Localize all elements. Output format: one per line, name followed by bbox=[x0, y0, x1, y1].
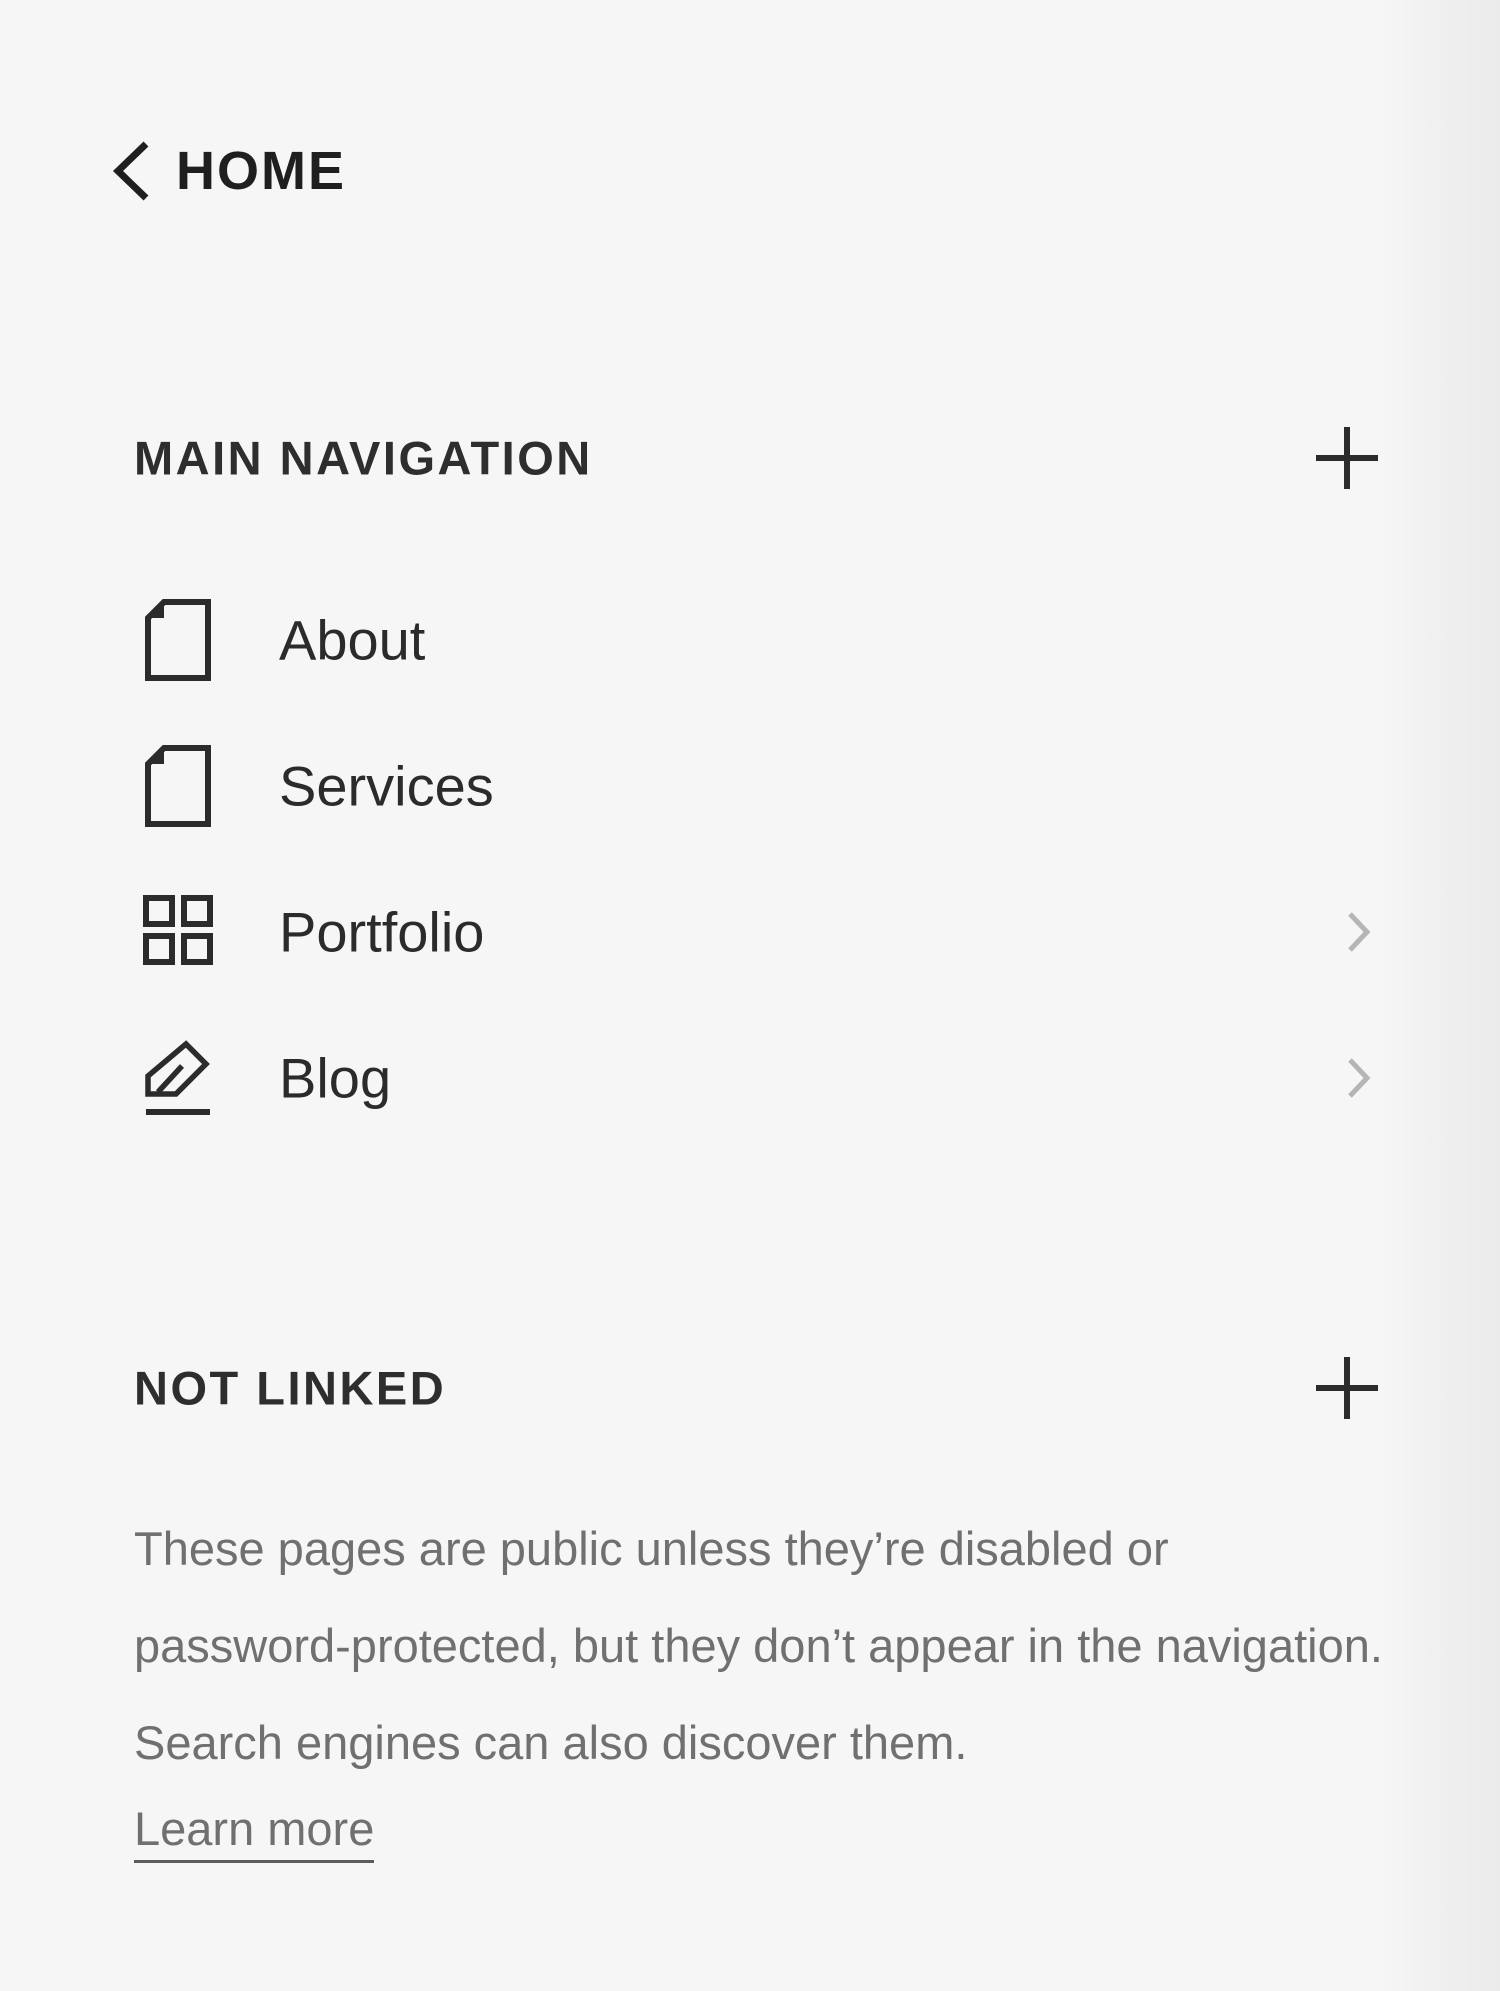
back-home-link[interactable]: HOME bbox=[108, 138, 346, 204]
nav-item-label: Blog bbox=[279, 1046, 392, 1110]
main-navigation-header: MAIN NAVIGATION bbox=[134, 418, 1380, 498]
nav-item-label: Portfolio bbox=[279, 900, 485, 964]
page-icon bbox=[142, 744, 214, 828]
panel-edge-shadow bbox=[1380, 0, 1500, 1991]
not-linked-title: NOT LINKED bbox=[134, 1361, 447, 1415]
plus-icon bbox=[1316, 1357, 1378, 1419]
nav-item-about[interactable]: About bbox=[134, 580, 1380, 700]
not-linked-header: NOT LINKED bbox=[134, 1348, 1380, 1428]
main-navigation-title: MAIN NAVIGATION bbox=[134, 431, 593, 485]
not-linked-description: These pages are public unless they’re di… bbox=[134, 1522, 1383, 1769]
plus-icon bbox=[1316, 427, 1378, 489]
nav-item-services[interactable]: Services bbox=[134, 726, 1380, 846]
add-main-navigation-page-button[interactable] bbox=[1314, 425, 1380, 491]
nav-item-blog[interactable]: Blog bbox=[134, 1018, 1380, 1138]
pages-panel: HOME MAIN NAVIGATION About Services Port… bbox=[0, 0, 1500, 1991]
chevron-left-icon bbox=[108, 138, 154, 204]
add-not-linked-page-button[interactable] bbox=[1314, 1355, 1380, 1421]
chevron-right-icon bbox=[1344, 910, 1372, 954]
nav-item-label: About bbox=[279, 608, 426, 672]
home-label: HOME bbox=[176, 141, 346, 201]
grid-icon bbox=[142, 890, 214, 974]
nav-item-portfolio[interactable]: Portfolio bbox=[134, 872, 1380, 992]
learn-more-link[interactable]: Learn more bbox=[134, 1798, 375, 1863]
chevron-right-icon bbox=[1344, 1056, 1372, 1100]
nav-item-label: Services bbox=[279, 754, 494, 818]
page-icon bbox=[142, 598, 214, 682]
blog-pencil-icon bbox=[142, 1036, 214, 1120]
